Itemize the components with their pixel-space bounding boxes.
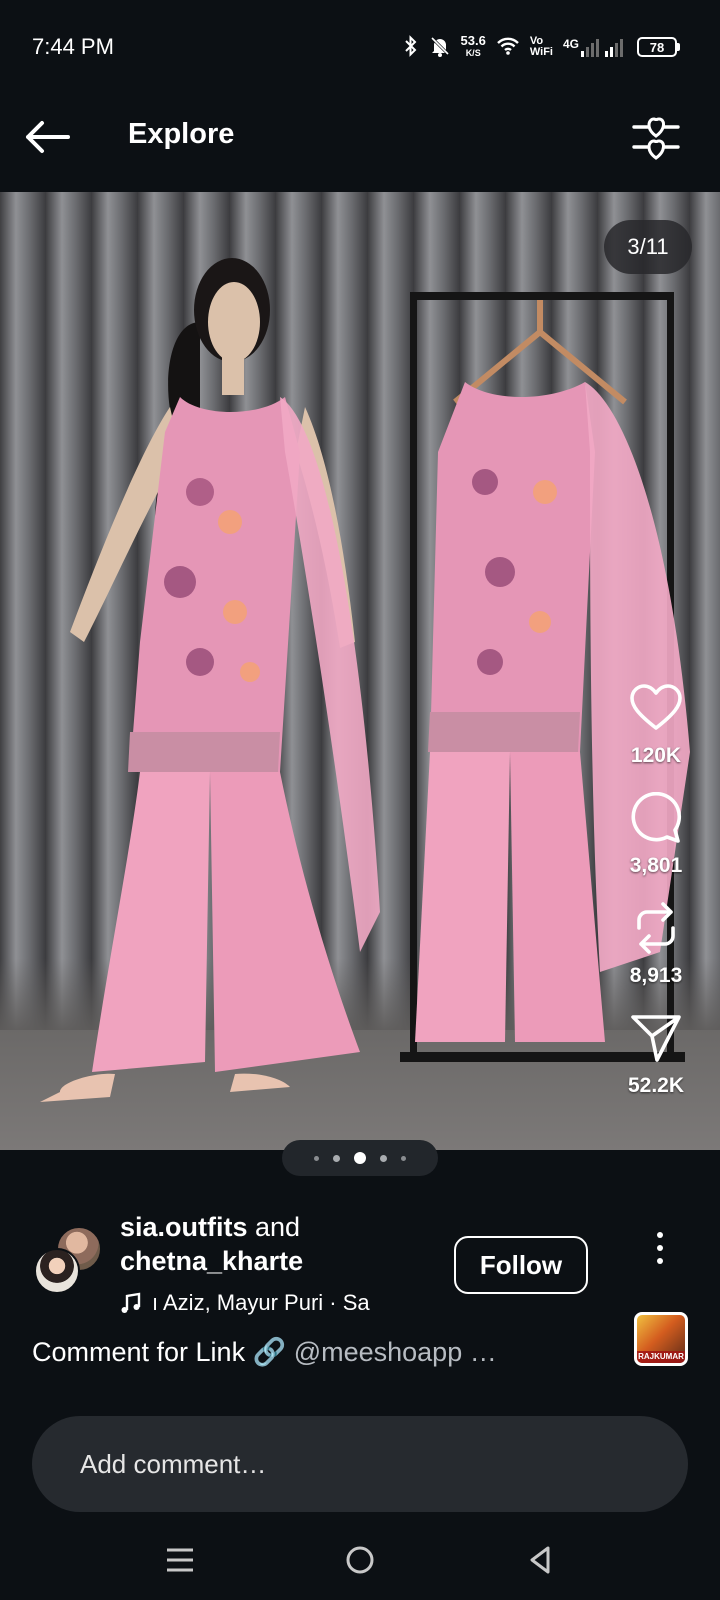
more-options-button[interactable]	[644, 1226, 676, 1270]
repost-action: 8,913	[628, 900, 684, 988]
carousel-dot-active	[354, 1152, 366, 1164]
post-authors: sia.outfits and chetna_kharte	[120, 1210, 303, 1278]
network-speed-unit: K/S	[465, 48, 481, 58]
bluetooth-icon	[403, 34, 419, 60]
add-comment-placeholder: Add comment…	[80, 1448, 267, 1479]
more-dot-icon	[657, 1258, 663, 1264]
vowifi-indicator: Vo WiFi	[530, 36, 553, 58]
page-title: Explore	[128, 118, 235, 150]
repost-count: 8,913	[629, 964, 683, 987]
audio-track[interactable]: ı Aziz, Mayur Puri · Sa	[120, 1288, 388, 1318]
filter-button[interactable]	[628, 110, 684, 166]
heart-icon	[630, 684, 682, 730]
carousel-dot	[314, 1155, 319, 1161]
comment-button[interactable]	[628, 790, 684, 846]
home-circle-icon	[346, 1546, 374, 1574]
more-dot-icon	[657, 1232, 663, 1238]
signal-icon: 4G	[563, 37, 627, 57]
home-button[interactable]	[338, 1538, 382, 1582]
battery-level: 78	[637, 37, 677, 57]
share-action: 52.2K	[628, 1010, 684, 1098]
like-count: 120K	[630, 744, 682, 767]
avatar	[34, 1248, 80, 1294]
back-triangle-icon	[530, 1546, 550, 1574]
caption-text: Comment for Link 🔗	[32, 1337, 294, 1367]
signal-label: 4G	[562, 37, 579, 51]
author-username[interactable]: chetna_kharte	[120, 1246, 303, 1276]
author-username[interactable]: sia.outfits	[120, 1212, 248, 1242]
like-button[interactable]	[628, 680, 684, 736]
system-navbar	[0, 1520, 720, 1600]
mannequin-outfit	[40, 258, 380, 1102]
carousel-dots	[282, 1140, 438, 1176]
carousel-dot	[333, 1154, 340, 1162]
vowifi-bottom: WiFi	[529, 46, 553, 58]
status-icons: 53.6 K/S Vo WiFi 4G 78	[403, 30, 680, 64]
photo-page-counter: 3/11	[604, 220, 692, 274]
comment-count: 3,801	[629, 854, 683, 877]
audio-track-label: ı Aziz, Mayur Puri · Sa	[152, 1290, 370, 1315]
music-thumbnail-label: RAJKUMAR	[637, 1351, 685, 1363]
author-connector: and	[247, 1212, 301, 1242]
post-caption[interactable]: Comment for Link 🔗 @meeshoapp …	[32, 1336, 592, 1368]
carousel-dot	[401, 1155, 406, 1161]
share-button[interactable]	[628, 1010, 684, 1066]
music-thumbnail[interactable]: RAJKUMAR	[634, 1312, 688, 1366]
like-action: 120K	[628, 680, 684, 768]
back-arrow-icon	[26, 121, 70, 153]
share-count: 52.2K	[627, 1074, 685, 1097]
status-time: 7:44 PM	[32, 34, 114, 59]
filter-hearts-icon	[632, 117, 680, 160]
battery-indicator: 78	[637, 37, 680, 57]
menu-icon	[167, 1548, 193, 1572]
add-comment-input[interactable]: Add comment…	[32, 1416, 688, 1512]
bell-off-icon	[429, 35, 451, 60]
back-button[interactable]	[22, 112, 72, 162]
repost-icon	[637, 902, 675, 954]
recents-button[interactable]	[158, 1538, 202, 1582]
carousel-dot	[380, 1154, 387, 1162]
more-dot-icon	[657, 1245, 663, 1251]
send-icon	[631, 1015, 681, 1062]
post-actions: 120K 3,801 8,913 52.2K	[608, 680, 704, 1120]
author-avatars[interactable]	[34, 1226, 104, 1296]
network-speed: 53.6 K/S	[460, 33, 486, 59]
wifi-icon	[496, 36, 520, 59]
repost-button[interactable]	[628, 900, 684, 956]
comment-bubble-icon	[631, 792, 682, 843]
network-speed-value: 53.6	[460, 33, 486, 48]
system-back-button[interactable]	[518, 1538, 562, 1582]
follow-button[interactable]: Follow	[454, 1236, 588, 1294]
status-bar: 7:44 PM 53.6 K/S Vo WiFi 4G 78	[0, 0, 720, 84]
caption-mention[interactable]: @meeshoapp …	[294, 1337, 497, 1367]
comment-action: 3,801	[628, 790, 684, 878]
battery-tip	[677, 43, 680, 51]
header: Explore	[0, 84, 720, 192]
music-note-icon	[121, 1292, 141, 1313]
